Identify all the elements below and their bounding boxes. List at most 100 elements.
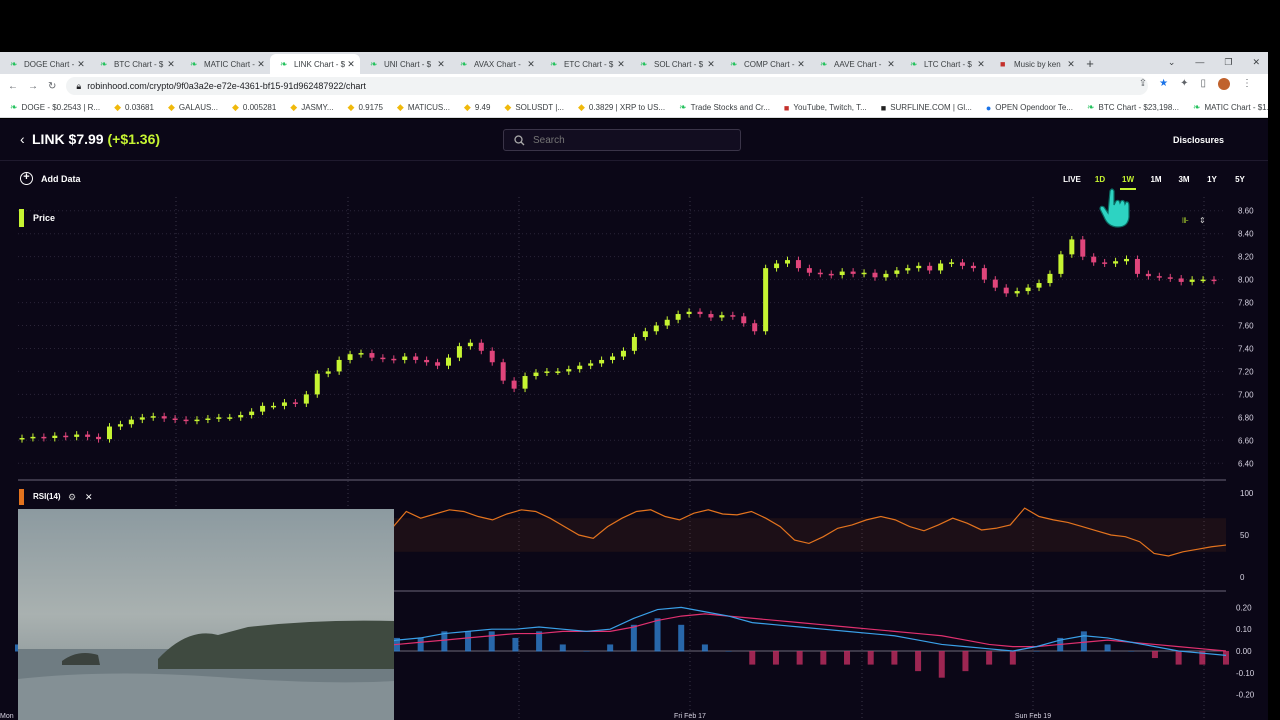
robinhood-feather-icon: ❧ [730, 59, 738, 69]
bookmark-item[interactable]: ◆ SOLUSDT |... [504, 102, 564, 113]
browser-tab[interactable]: ❧ AVAX Chart - ✕ [450, 54, 540, 74]
bookmark-favicon-icon: ❧ [679, 102, 687, 112]
browser-tab[interactable]: ❧ ETC Chart - $ ✕ [540, 54, 630, 74]
bookmark-star-icon[interactable]: ★ [1159, 78, 1168, 90]
browser-tab[interactable]: ❧ AAVE Chart - ✕ [810, 54, 900, 74]
candle-body [435, 362, 441, 366]
bookmark-label: JASMY... [301, 103, 334, 112]
bookmark-item[interactable]: ❧ BTC Chart - $23,198... [1087, 102, 1179, 113]
add-data-label: Add Data [41, 173, 81, 184]
search-input[interactable] [533, 134, 733, 146]
bookmark-item[interactable]: ❧MATIC Chart - $1.1... [1193, 102, 1268, 113]
profile-avatar[interactable] [1218, 78, 1230, 90]
back-chevron-icon[interactable]: ‹ [20, 131, 25, 147]
range-1y[interactable]: 1Y [1198, 175, 1226, 184]
bookmark-item[interactable]: ◆ 9.49 [464, 102, 491, 113]
bookmark-item[interactable]: ■ SURFLINE.COM | Gl... [881, 103, 972, 113]
macd-histogram-bar [1151, 651, 1158, 659]
range-live[interactable]: LIVE [1058, 175, 1086, 184]
browser-tab[interactable]: ❧ COMP Chart - ✕ [720, 54, 810, 74]
macd-histogram-bar [867, 651, 874, 665]
candle-body [19, 438, 25, 440]
macd-axis-tick: 0.10 [1236, 625, 1252, 634]
browser-tab[interactable]: ❧ MATIC Chart - ✕ [180, 54, 270, 74]
bookmark-item[interactable]: ● OPEN Opendoor Te... [986, 103, 1073, 113]
tab-close-icon[interactable]: ✕ [976, 59, 986, 70]
candle-body [795, 260, 801, 269]
disclosures-link[interactable]: Disclosures [1173, 135, 1224, 145]
bookmark-favicon-icon: ■ [880, 102, 887, 113]
macd-histogram-bar [607, 644, 614, 652]
browser-tab[interactable]: ❧ DOGE Chart - $ ✕ [0, 54, 90, 74]
bookmark-item[interactable]: ◆ GALAUS... [168, 102, 218, 113]
candle-body [1134, 258, 1140, 274]
tab-close-icon[interactable]: ✕ [436, 59, 446, 70]
macd-histogram-bar [820, 651, 827, 665]
candle-body [992, 279, 998, 288]
candle-body [697, 311, 703, 315]
new-tab-button[interactable]: + [1080, 54, 1100, 74]
bookmark-item[interactable]: ❧ Trade Stocks and Cr... [679, 102, 770, 113]
letterbox-top [0, 0, 1280, 52]
bookmark-item[interactable]: ◆ JASMY... [290, 102, 333, 113]
extensions-icon[interactable]: ✦ [1180, 78, 1188, 90]
reload-icon[interactable]: ↻ [48, 81, 56, 92]
close-window-icon[interactable]: ✕ [1252, 57, 1260, 68]
tab-close-icon[interactable]: ✕ [706, 59, 716, 70]
candle-body [314, 373, 320, 395]
add-data-button[interactable]: + Add Data [20, 172, 81, 185]
bookmark-item[interactable]: ◆ 0.3829 | XRP to US... [578, 102, 665, 113]
range-1d[interactable]: 1D [1086, 175, 1114, 184]
forward-icon[interactable]: → [28, 81, 38, 92]
range-1m[interactable]: 1M [1142, 175, 1170, 184]
tab-close-icon[interactable]: ✕ [256, 59, 266, 70]
tab-close-icon[interactable]: ✕ [346, 59, 356, 70]
candle-body [577, 365, 583, 370]
range-3m[interactable]: 3M [1170, 175, 1198, 184]
browser-tab[interactable]: ❧ LTC Chart - $ ✕ [900, 54, 990, 74]
tab-close-icon[interactable]: ✕ [76, 59, 86, 70]
tab-close-icon[interactable]: ✕ [166, 59, 176, 70]
tab-search-icon[interactable]: ⌄ [1168, 57, 1176, 68]
price-axis-tick: 6.40 [1238, 459, 1254, 468]
candle-body [686, 311, 692, 315]
back-icon[interactable]: ← [8, 81, 18, 92]
tab-close-icon[interactable]: ✕ [616, 59, 626, 70]
bookmark-item[interactable]: ◆ 0.9175 [348, 102, 383, 113]
candle-body [106, 426, 112, 440]
bookmark-favicon-icon: ◆ [347, 102, 355, 112]
price-axis-tick: 8.20 [1238, 253, 1254, 262]
tab-close-icon[interactable]: ✕ [526, 59, 536, 70]
candle-body [358, 353, 364, 355]
bookmark-item[interactable]: ■ YouTube, Twitch, T... [784, 103, 867, 113]
browser-tab[interactable]: ❧ SOL Chart - $ ✕ [630, 54, 720, 74]
candle-body [52, 435, 58, 439]
bookmark-item[interactable]: ◆ MATICUS... [397, 102, 450, 113]
bookmark-item[interactable]: ◆ 0.03681 [114, 102, 154, 113]
range-5y[interactable]: 5Y [1226, 175, 1254, 184]
macd-histogram-bar [488, 631, 495, 652]
browser-tab[interactable]: ❧ UNI Chart - $ ✕ [360, 54, 450, 74]
share-icon[interactable]: ⇪ [1139, 78, 1147, 90]
browser-tab[interactable]: ❧ BTC Chart - $ ✕ [90, 54, 180, 74]
range-1w[interactable]: 1W [1114, 175, 1142, 190]
browser-tab[interactable]: ■ Music by ken ✕ [990, 54, 1080, 74]
robinhood-feather-icon: ❧ [10, 59, 18, 69]
robinhood-feather-icon: ❧ [100, 59, 108, 69]
restore-icon[interactable]: ❐ [1224, 57, 1232, 68]
candle-body [938, 263, 944, 271]
bookmark-item[interactable]: ◆ 0.005281 [232, 102, 276, 113]
browser-tab[interactable]: ❧ LINK Chart - $ ✕ [270, 54, 360, 74]
tab-close-icon[interactable]: ✕ [886, 59, 896, 70]
minimize-icon[interactable]: — [1195, 57, 1204, 67]
rsi-legend-label: RSI(14) [33, 492, 61, 501]
url-field[interactable]: 🔒︎ robinhood.com/crypto/9f0a3a2e-e72e-43… [66, 77, 1148, 95]
tab-close-icon[interactable]: ✕ [1066, 59, 1076, 70]
range-selector: LIVE 1D 1W 1M 3M 1Y 5Y [1058, 175, 1254, 190]
candle-body [828, 273, 834, 276]
tab-close-icon[interactable]: ✕ [796, 59, 806, 70]
menu-icon[interactable]: ⋮ [1242, 78, 1252, 90]
sidepanel-icon[interactable]: ▯ [1200, 78, 1206, 90]
search-box[interactable] [503, 129, 741, 151]
bookmark-item[interactable]: ❧ DOGE - $0.2543 | R... [10, 102, 100, 113]
